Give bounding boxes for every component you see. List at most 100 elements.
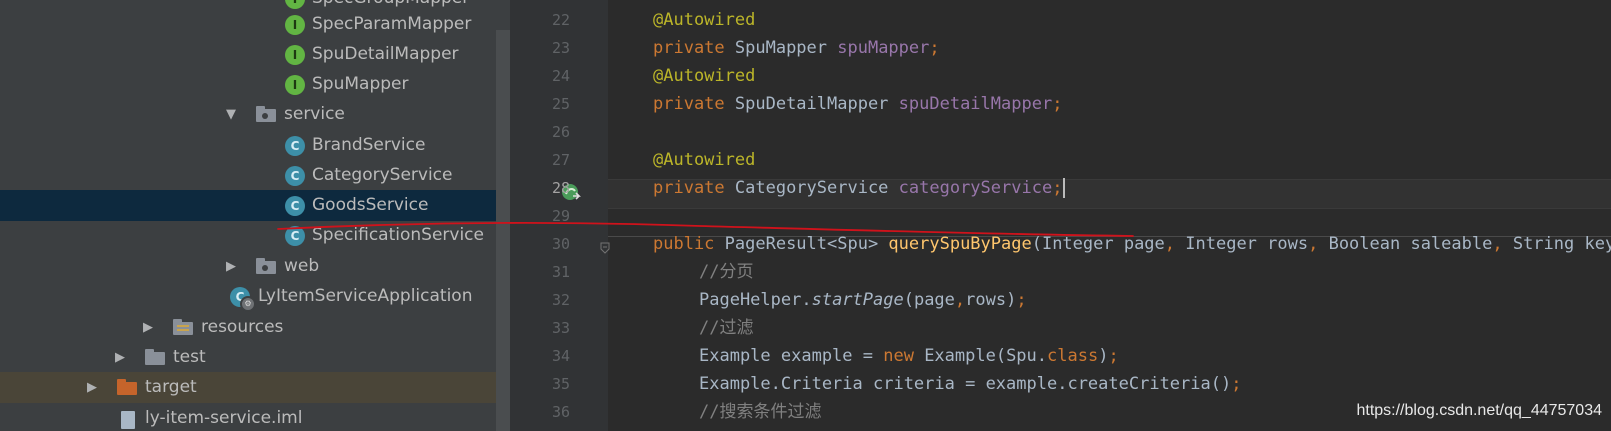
interface-icon: I	[285, 45, 305, 65]
code-token: new	[883, 346, 925, 366]
tree-item-label: resources	[201, 317, 284, 337]
fold-method-icon[interactable]	[600, 242, 610, 254]
code-token: ,	[1492, 234, 1513, 254]
line-number: 36	[551, 403, 570, 421]
expand-arrow-right-icon[interactable]: ▶	[115, 342, 125, 373]
code-token: Example.Criteria criteria = example.crea…	[699, 374, 1232, 394]
code-token: Example(Spu.	[924, 346, 1048, 366]
code-token: ;	[1016, 290, 1027, 310]
code-line[interactable]: @Autowired	[653, 62, 755, 90]
code-line[interactable]: Example.Criteria criteria = example.crea…	[699, 370, 1241, 398]
tree-item-label: service	[284, 104, 345, 124]
code-token: SpuMapper	[734, 38, 838, 58]
code-token: private	[653, 38, 735, 58]
tree-item-resources[interactable]: ▶ resources	[0, 312, 510, 343]
tree-scrollbar[interactable]	[496, 30, 510, 431]
class-icon: C	[285, 196, 305, 216]
tree-item-web[interactable]: ▶ web	[0, 251, 510, 282]
line-number: 24	[551, 67, 570, 85]
tree-item-specparammapper[interactable]: I SpecParamMapper	[0, 9, 510, 40]
code-token: ;	[1231, 374, 1242, 394]
package-folder-icon	[256, 258, 276, 274]
code-token: (Integer page	[1031, 234, 1165, 254]
expand-arrow-down-icon[interactable]: ▼	[226, 99, 236, 130]
code-line[interactable]: Example example = new Example(Spu.class)…	[699, 342, 1119, 370]
tree-item-label: BrandService	[312, 135, 426, 155]
code-token: @Autowired	[653, 10, 756, 30]
code-editor[interactable]: 22 23 24 25 26 27 28 29 30 31 32 33 34 35 36 @Autowire…	[524, 0, 1611, 431]
code-token: private	[653, 178, 735, 198]
iml-file-icon	[121, 411, 135, 429]
tree-item-lyitemserviceapplication[interactable]: C ⚙ LyItemServiceApplication	[0, 281, 510, 312]
line-number: 35	[551, 375, 570, 393]
panel-divider[interactable]	[510, 0, 524, 431]
expand-arrow-right-icon[interactable]: ▶	[87, 372, 97, 403]
interface-icon: I	[285, 75, 305, 95]
code-line[interactable]: private CategoryService categoryService;	[653, 174, 1066, 202]
tree-item-test[interactable]: ▶ test	[0, 342, 510, 373]
interface-icon: I	[285, 15, 305, 35]
tree-item-spudetailmapper[interactable]: I SpuDetailMapper	[0, 39, 510, 70]
tree-item-label: CategoryService	[312, 165, 453, 185]
code-token: CategoryService	[734, 178, 899, 198]
class-icon: C	[285, 136, 305, 156]
tree-item-brandservice[interactable]: C BrandService	[0, 130, 510, 161]
code-line[interactable]: public PageResult<Spu> querySpuByPage(In…	[653, 230, 1611, 258]
code-token: PageResult<Spu>	[724, 234, 889, 254]
code-line[interactable]: @Autowired	[653, 146, 755, 174]
code-token: private	[653, 94, 735, 114]
code-line[interactable]: //搜索条件过滤	[699, 398, 821, 426]
code-token: ;	[1052, 94, 1063, 114]
line-number: 33	[551, 319, 570, 337]
code-token: querySpuByPage	[888, 234, 1032, 254]
code-token: categoryService	[898, 178, 1053, 198]
code-token: spuMapper	[837, 38, 930, 58]
tree-item-service[interactable]: ▼ service	[0, 99, 510, 130]
tree-item-target[interactable]: ▶ target	[0, 372, 510, 403]
code-line[interactable]: @Autowired	[653, 6, 755, 34]
watermark-text: https://blog.csdn.net/qq_44757034	[1356, 402, 1602, 419]
line-number: 26	[551, 123, 570, 141]
code-token: spuDetailMapper	[898, 94, 1053, 114]
line-number: 31	[551, 263, 570, 281]
tree-item-label: test	[173, 347, 206, 367]
tree-item-iml[interactable]: ly-item-service.iml	[0, 403, 510, 431]
line-number: 28	[551, 179, 570, 197]
tree-item-label: SpuDetailMapper	[312, 44, 459, 64]
code-token: Boolean saleable	[1328, 234, 1493, 254]
line-number: 29	[551, 207, 570, 225]
code-token: ,	[1164, 234, 1186, 254]
tree-item-spumapper[interactable]: I SpuMapper	[0, 69, 510, 100]
code-line[interactable]: private SpuDetailMapper spuDetailMapper;	[653, 90, 1062, 118]
code-token: Example example =	[699, 346, 884, 366]
tree-item-categoryservice[interactable]: C CategoryService	[0, 160, 510, 191]
code-token: )	[1098, 346, 1109, 366]
code-token: @Autowired	[653, 150, 756, 170]
tree-item-goodsservice[interactable]: C GoodsService	[0, 190, 510, 221]
code-token: startPage	[811, 290, 904, 310]
line-number: 27	[551, 151, 570, 169]
code-token: class	[1047, 346, 1099, 366]
code-token: rows)	[965, 290, 1017, 310]
code-token: PageHelper.	[699, 290, 812, 310]
class-icon: C	[285, 226, 305, 246]
code-line[interactable]: private SpuMapper spuMapper;	[653, 34, 940, 62]
line-number: 25	[551, 95, 570, 113]
code-line[interactable]: //分页	[699, 258, 753, 286]
tree-item-label: SpuMapper	[312, 74, 409, 94]
code-line[interactable]: //过滤	[699, 314, 753, 342]
code-token: SpuDetailMapper	[734, 94, 899, 114]
tree-item-specificationservice[interactable]: C SpecificationService	[0, 220, 510, 251]
line-number: 30	[551, 235, 570, 253]
line-number: 22	[551, 11, 570, 29]
line-number: 34	[551, 347, 570, 365]
code-token: ;	[1108, 346, 1119, 366]
package-folder-icon	[256, 106, 276, 122]
tree-item-label: SpecificationService	[312, 225, 484, 245]
code-token: ;	[929, 38, 940, 58]
expand-arrow-right-icon[interactable]: ▶	[143, 312, 153, 343]
code-token: (page	[903, 290, 955, 310]
code-token: //分页	[699, 262, 754, 282]
code-line[interactable]: PageHelper.startPage(page,rows);	[699, 286, 1027, 314]
expand-arrow-right-icon[interactable]: ▶	[226, 251, 236, 282]
